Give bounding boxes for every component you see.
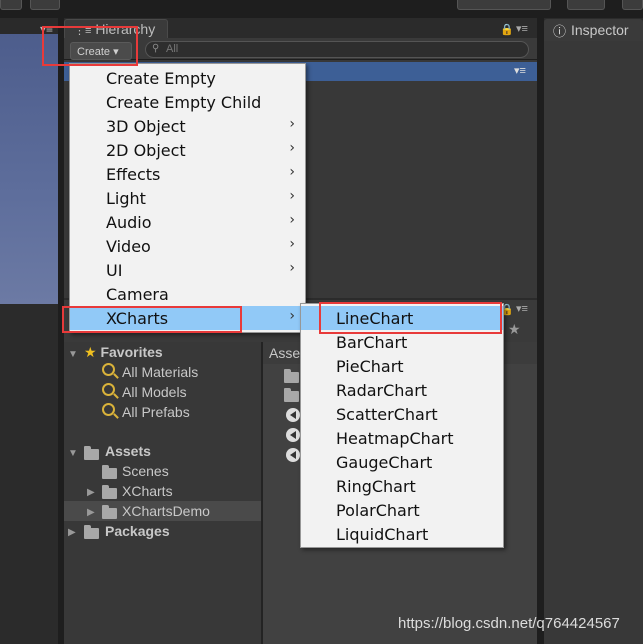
tree-item-assets[interactable]: Assets — [105, 443, 151, 459]
chevron-right-icon: › — [289, 188, 295, 204]
menu-item-label: 2D Object — [106, 141, 186, 160]
search-icon — [102, 403, 115, 416]
submenu-item-label: BarChart — [336, 333, 408, 352]
info-icon: ⓘ — [553, 24, 567, 39]
lock-icon[interactable]: 🔒 — [500, 23, 514, 36]
panel-splitter[interactable] — [537, 18, 544, 644]
unity-scene-icon[interactable] — [286, 428, 300, 442]
menu-item-label: 3D Object — [106, 117, 186, 136]
menu-item-ui[interactable]: UI › — [70, 258, 305, 282]
unity-scene-icon[interactable] — [286, 408, 300, 422]
chevron-right-icon: › — [289, 164, 295, 180]
folder-icon[interactable] — [284, 388, 299, 402]
folder-icon — [84, 446, 99, 460]
inspector-tab-label: Inspector — [571, 22, 629, 38]
chevron-right-icon: › — [289, 140, 295, 156]
menu-item-label: Audio — [106, 213, 152, 232]
annotation-box-create — [42, 26, 138, 66]
menu-item-2d-object[interactable]: 2D Object › — [70, 138, 305, 162]
submenu-item-label: PolarChart — [336, 501, 420, 520]
panel-menu-icon[interactable]: ▾≡ — [516, 302, 528, 315]
expand-arrow-icon[interactable]: ▶ — [87, 507, 95, 518]
expand-arrow-icon[interactable]: ▼ — [68, 349, 78, 360]
chevron-right-icon: › — [289, 212, 295, 228]
folder-icon — [102, 485, 117, 499]
xcharts-submenu: LineChart BarChart PieChart RadarChart Scatt… — [300, 303, 504, 548]
pause-button[interactable] — [0, 0, 22, 10]
tree-item-packages[interactable]: Packages — [105, 523, 170, 539]
tree-item-all-models[interactable]: All Models — [122, 384, 187, 400]
search-icon — [102, 363, 115, 376]
tree-item-all-materials[interactable]: All Materials — [122, 364, 198, 380]
annotation-box-xcharts — [62, 306, 242, 333]
submenu-item-piechart[interactable]: PieChart — [301, 354, 503, 378]
step-button[interactable] — [30, 0, 60, 10]
expand-arrow-icon[interactable]: ▶ — [87, 487, 95, 498]
expand-arrow-icon[interactable]: ▶ — [68, 527, 76, 538]
menu-item-light[interactable]: Light › — [70, 186, 305, 210]
folder-icon — [84, 525, 99, 539]
menu-item-label: Light — [106, 189, 146, 208]
submenu-item-ringchart[interactable]: RingChart — [301, 474, 503, 498]
inspector-body — [544, 41, 643, 644]
menu-item-label: Camera — [106, 285, 169, 304]
tree-item-scenes[interactable]: Scenes — [122, 463, 169, 479]
menu-item-camera[interactable]: Camera — [70, 282, 305, 306]
tree-item-xcharts-demo[interactable]: XChartsDemo — [122, 503, 210, 519]
folder-icon — [102, 505, 117, 519]
menu-item-label: Create Empty Child — [106, 93, 262, 112]
submenu-item-liquidchart[interactable]: LiquidChart — [301, 522, 503, 546]
hierarchy-search-input[interactable]: All — [145, 41, 529, 58]
tree-item-all-prefabs[interactable]: All Prefabs — [122, 404, 190, 420]
menu-item-create-empty-child[interactable]: Create Empty Child — [70, 90, 305, 114]
watermark: https://blog.csdn.net/q764424567 — [398, 615, 620, 632]
submenu-item-polarchart[interactable]: PolarChart — [301, 498, 503, 522]
chevron-right-icon: › — [289, 308, 295, 324]
account-button[interactable] — [622, 0, 643, 10]
submenu-item-label: RadarChart — [336, 381, 428, 400]
search-icon: ⚲ — [152, 43, 160, 54]
submenu-item-gaugechart[interactable]: GaugeChart — [301, 450, 503, 474]
menu-item-3d-object[interactable]: 3D Object › — [70, 114, 305, 138]
cloud-button[interactable] — [567, 0, 605, 10]
search-icon — [102, 383, 115, 396]
create-context-menu: Create Empty Create Empty Child 3D Object ›… — [69, 63, 306, 333]
tree-item-xcharts[interactable]: XCharts — [122, 483, 173, 499]
menu-item-label: UI — [106, 261, 123, 280]
menu-item-audio[interactable]: Audio › — [70, 210, 305, 234]
menu-item-label: Effects — [106, 165, 161, 184]
menu-item-effects[interactable]: Effects › — [70, 162, 305, 186]
expand-arrow-icon[interactable]: ▼ — [68, 448, 78, 459]
submenu-item-label: ScatterChart — [336, 405, 438, 424]
submenu-item-scatterchart[interactable]: ScatterChart — [301, 402, 503, 426]
panel-menu-icon[interactable]: ▾≡ — [516, 22, 528, 35]
submenu-item-radarchart[interactable]: RadarChart — [301, 378, 503, 402]
submenu-item-label: LiquidChart — [336, 525, 429, 544]
submenu-item-label: GaugeChart — [336, 453, 433, 472]
folder-icon[interactable] — [284, 369, 299, 383]
collab-button[interactable] — [457, 0, 551, 10]
annotation-box-linechart — [319, 302, 502, 334]
star-icon: ★ — [84, 344, 97, 360]
top-toolbar — [0, 0, 643, 18]
submenu-item-heatmapchart[interactable]: HeatmapChart — [301, 426, 503, 450]
menu-item-video[interactable]: Video › — [70, 234, 305, 258]
star-icon[interactable]: ★ — [508, 321, 521, 338]
scene-view[interactable] — [0, 34, 58, 304]
submenu-item-label: PieChart — [336, 357, 404, 376]
menu-item-label: Video — [106, 237, 151, 256]
scene-menu-icon[interactable]: ▾≡ — [514, 64, 526, 77]
submenu-item-label: RingChart — [336, 477, 416, 496]
menu-item-label: Create Empty — [106, 69, 216, 88]
menu-item-create-empty[interactable]: Create Empty — [70, 66, 305, 90]
chevron-right-icon: › — [289, 260, 295, 276]
tree-item-favorites[interactable]: ★ Favorites — [84, 344, 163, 361]
submenu-item-label: HeatmapChart — [336, 429, 454, 448]
chevron-right-icon: › — [289, 236, 295, 252]
breadcrumb-assets[interactable]: Asse — [269, 345, 300, 361]
folder-icon — [102, 465, 117, 479]
chevron-right-icon: › — [289, 116, 295, 132]
unity-scene-icon[interactable] — [286, 448, 300, 462]
